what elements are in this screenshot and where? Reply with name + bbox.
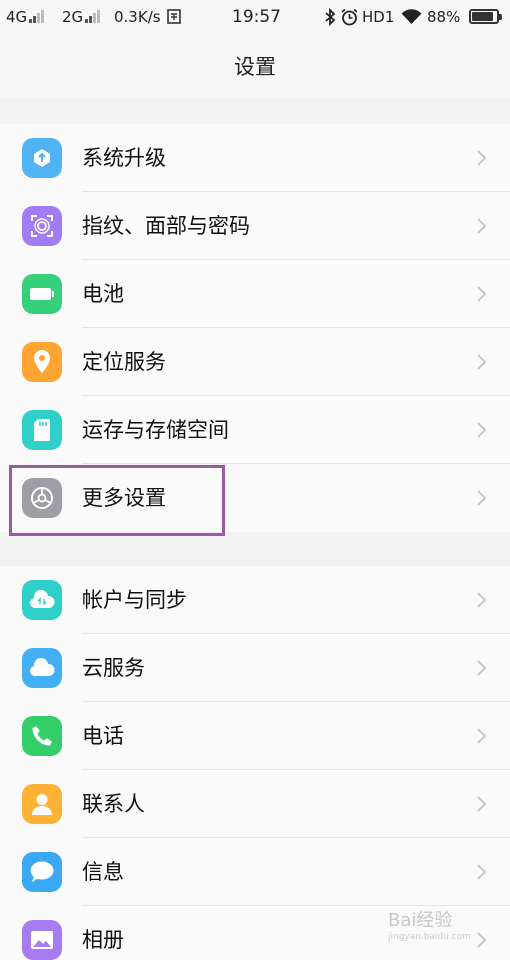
chevron-right-icon xyxy=(477,796,487,812)
message-icon xyxy=(22,852,62,892)
network-type-2: 2G xyxy=(62,8,101,26)
chevron-right-icon xyxy=(477,864,487,880)
chevron-right-icon xyxy=(477,728,487,744)
cloud-sync-icon xyxy=(22,580,62,620)
settings-item-location[interactable]: 定位服务 xyxy=(0,328,510,396)
settings-item-storage[interactable]: 运存与存储空间 xyxy=(0,396,510,464)
battery-percent: 88% xyxy=(427,8,461,26)
settings-item-phone[interactable]: 电话 xyxy=(0,702,510,770)
settings-item-messages[interactable]: 信息 xyxy=(0,838,510,906)
network-speed: 0.3K/s xyxy=(114,8,161,26)
chevron-right-icon xyxy=(477,660,487,676)
settings-item-contacts[interactable]: 联系人 xyxy=(0,770,510,838)
chevron-right-icon xyxy=(477,218,487,234)
settings-item-account-sync[interactable]: 帐户与同步 xyxy=(0,566,510,634)
settings-item-fingerprint[interactable]: 指纹、面部与密码 xyxy=(0,192,510,260)
settings-item-label: 运存与存储空间 xyxy=(82,418,229,442)
settings-item-more-settings[interactable]: 更多设置 xyxy=(0,464,510,532)
page-title: 设置 xyxy=(234,55,276,79)
settings-item-label: 电池 xyxy=(82,282,124,306)
settings-item-label: 联系人 xyxy=(82,792,145,816)
cloud-icon xyxy=(22,648,62,688)
settings-item-label: 指纹、面部与密码 xyxy=(82,214,250,238)
system-update-icon xyxy=(22,138,62,178)
watermark-sub: jingyan.baidu.com xyxy=(388,932,472,942)
settings-item-label: 定位服务 xyxy=(82,350,166,374)
settings-item-label: 云服务 xyxy=(82,656,145,680)
hd-indicator: HD1 xyxy=(362,8,395,26)
signal-strength-icon xyxy=(29,9,45,23)
chevron-right-icon xyxy=(477,932,487,948)
chevron-right-icon xyxy=(477,354,487,370)
chevron-right-icon xyxy=(477,286,487,302)
location-pin-icon xyxy=(22,342,62,382)
watermark: Bai经验 jingyan.baidu.com xyxy=(388,906,471,942)
settings-item-system-update[interactable]: 系统升级 xyxy=(0,124,510,192)
network-type-1: 4G xyxy=(6,8,45,26)
gallery-icon xyxy=(22,920,62,960)
settings-item-cloud-service[interactable]: 云服务 xyxy=(0,634,510,702)
settings-group-2: 帐户与同步 云服务 电话 联系人 信息 相册 xyxy=(0,566,510,960)
chevron-right-icon xyxy=(477,150,487,166)
battery-icon xyxy=(469,9,502,24)
contact-icon xyxy=(22,784,62,824)
notification-icon xyxy=(167,9,181,28)
settings-item-battery[interactable]: 电池 xyxy=(0,260,510,328)
battery-icon xyxy=(22,274,62,314)
title-bar: 设置 xyxy=(0,36,510,98)
sd-card-icon xyxy=(22,410,62,450)
settings-item-label: 电话 xyxy=(82,724,124,748)
gear-icon xyxy=(22,478,62,518)
settings-item-label: 相册 xyxy=(82,928,124,952)
fingerprint-icon xyxy=(22,206,62,246)
watermark-text: Bai经验 xyxy=(388,910,453,931)
alarm-icon xyxy=(340,8,359,30)
chevron-right-icon xyxy=(477,490,487,506)
signal-strength-icon xyxy=(85,9,101,23)
phone-icon xyxy=(22,716,62,756)
settings-item-label: 帐户与同步 xyxy=(82,588,187,612)
settings-item-label: 系统升级 xyxy=(82,146,166,170)
clock: 19:57 xyxy=(232,7,281,27)
chevron-right-icon xyxy=(477,592,487,608)
settings-group-1: 系统升级 指纹、面部与密码 电池 定位服务 运存与存储空间 更多设置 xyxy=(0,124,510,532)
status-bar: 4G 2G 0.3K/s 19:57 HD1 88% xyxy=(0,0,510,36)
settings-item-label: 信息 xyxy=(82,860,124,884)
wifi-icon xyxy=(401,9,422,29)
settings-item-label: 更多设置 xyxy=(82,486,166,510)
bluetooth-icon xyxy=(324,7,336,30)
chevron-right-icon xyxy=(477,422,487,438)
